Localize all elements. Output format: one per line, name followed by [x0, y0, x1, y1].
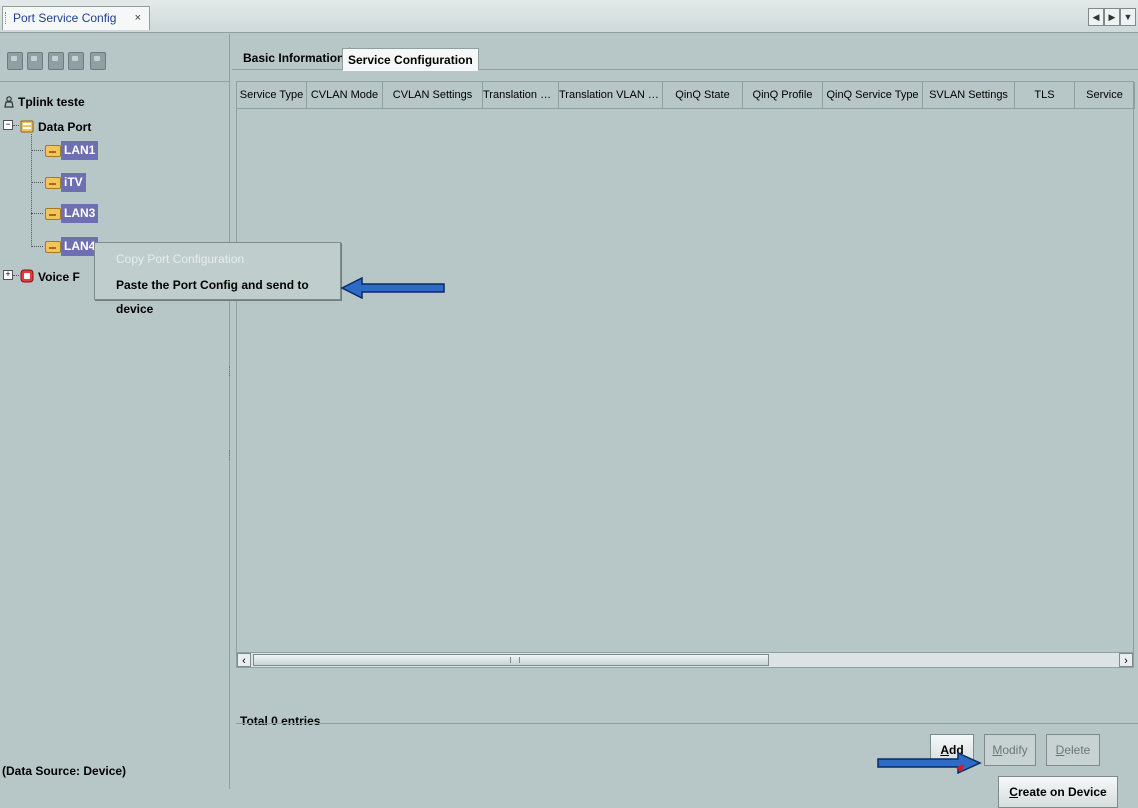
menu-item-paste-port-config[interactable]: Paste the Port Config and send to device [95, 273, 340, 316]
voice-port-label: Voice F [38, 270, 80, 284]
lan-port-icon [45, 177, 61, 189]
data-source-label: (Data Source: Device) [2, 764, 127, 778]
total-entries: Total 0 entries [240, 714, 321, 728]
document-tab-bar: Port Service Config × ◀ ▶ ▼ [0, 0, 1138, 33]
tab-next-icon[interactable]: ▶ [1104, 8, 1120, 26]
menu-item-copy-port-configuration[interactable]: Copy Port Configuration [95, 247, 340, 271]
tree-item-data-port[interactable]: Data Port [20, 117, 91, 134]
tree-root[interactable]: Tplink teste [4, 94, 85, 109]
column-header[interactable]: QinQ State [663, 82, 743, 108]
add-port-icon[interactable] [7, 52, 23, 70]
refresh-port-icon[interactable] [90, 52, 106, 70]
column-header[interactable]: CVLAN Mode [307, 82, 383, 108]
modify-button[interactable]: Modify [984, 734, 1036, 766]
expand-icon[interactable]: + [3, 270, 13, 280]
tab-service-configuration[interactable]: Service Configuration [342, 48, 479, 71]
lan-port-icon [45, 208, 61, 220]
data-port-label: Data Port [38, 120, 92, 134]
paste-port-icon[interactable] [68, 52, 84, 70]
remove-port-icon[interactable] [27, 52, 43, 70]
tree-item-lan3[interactable]: LAN3 [61, 204, 99, 223]
copy-port-icon[interactable] [48, 52, 64, 70]
tree-item-lan4[interactable]: LAN4 [61, 237, 99, 256]
tree-connector [31, 246, 43, 247]
tab-basic-information[interactable]: Basic Information [238, 47, 351, 70]
table-header: Service Type CVLAN Mode CVLAN Settings T… [237, 82, 1135, 109]
tree-root-label: Tplink teste [18, 95, 85, 109]
tree-item-voice-port[interactable]: Voice F [20, 267, 80, 284]
tab-menu-icon[interactable]: ▼ [1120, 8, 1136, 26]
column-header[interactable]: CVLAN Settings [383, 82, 483, 108]
tree-connector [13, 125, 19, 126]
column-header[interactable]: Translation St... [483, 82, 559, 108]
column-header[interactable]: Service Type [237, 82, 307, 108]
horizontal-scrollbar[interactable]: ‹ › [236, 652, 1134, 668]
tree-connector [31, 150, 43, 151]
collapse-icon[interactable]: − [3, 120, 13, 130]
column-header[interactable]: SVLAN Settings [923, 82, 1015, 108]
tab-prev-icon[interactable]: ◀ [1088, 8, 1104, 26]
tree-connector [31, 213, 43, 214]
column-header[interactable]: QinQ Service Type [823, 82, 923, 108]
tab-grip-icon [5, 12, 8, 24]
port-service-config-tab[interactable]: Port Service Config × [2, 6, 150, 30]
scroll-right-icon[interactable]: › [1119, 653, 1133, 667]
main-panel: Basic Information Service Configuration … [232, 34, 1138, 808]
context-menu: Copy Port Configuration Paste the Port C… [94, 242, 341, 316]
device-icon [4, 96, 14, 108]
tree-connector [31, 182, 43, 183]
voice-port-icon [20, 269, 34, 283]
annotation-arrow-left-icon [340, 276, 445, 300]
scrollbar-thumb[interactable] [253, 654, 769, 666]
delete-button[interactable]: Delete [1046, 734, 1100, 766]
lan-port-icon [45, 145, 61, 157]
close-icon[interactable]: × [135, 7, 141, 29]
footer-divider [236, 723, 1138, 724]
tree-connector [13, 275, 19, 276]
service-table: Service Type CVLAN Mode CVLAN Settings T… [236, 81, 1135, 659]
tree-item-lan1[interactable]: LAN1 [61, 141, 99, 160]
tree-toolbar [0, 34, 229, 82]
create-on-device-button[interactable]: Create on Device [998, 776, 1118, 808]
tab-title: Port Service Config [13, 11, 117, 25]
column-header[interactable]: Service [1075, 82, 1135, 108]
device-tree-panel: Tplink teste − Data Port LAN1 iTV LAN3 L… [0, 34, 230, 789]
tree-item-itv[interactable]: iTV [61, 173, 86, 192]
annotation-arrow-right-icon [877, 751, 982, 775]
column-header[interactable]: Translation VLAN S... [559, 82, 663, 108]
config-tabs: Basic Information Service Configuration [232, 34, 1138, 71]
tab-navigation: ◀ ▶ ▼ [1088, 8, 1136, 26]
column-header[interactable]: TLS [1015, 82, 1075, 108]
lan-port-icon [45, 241, 61, 253]
data-port-icon [20, 119, 34, 133]
column-header[interactable]: QinQ Profile [743, 82, 823, 108]
scrollbar-grip-icon [510, 657, 520, 663]
scroll-left-icon[interactable]: ‹ [237, 653, 251, 667]
